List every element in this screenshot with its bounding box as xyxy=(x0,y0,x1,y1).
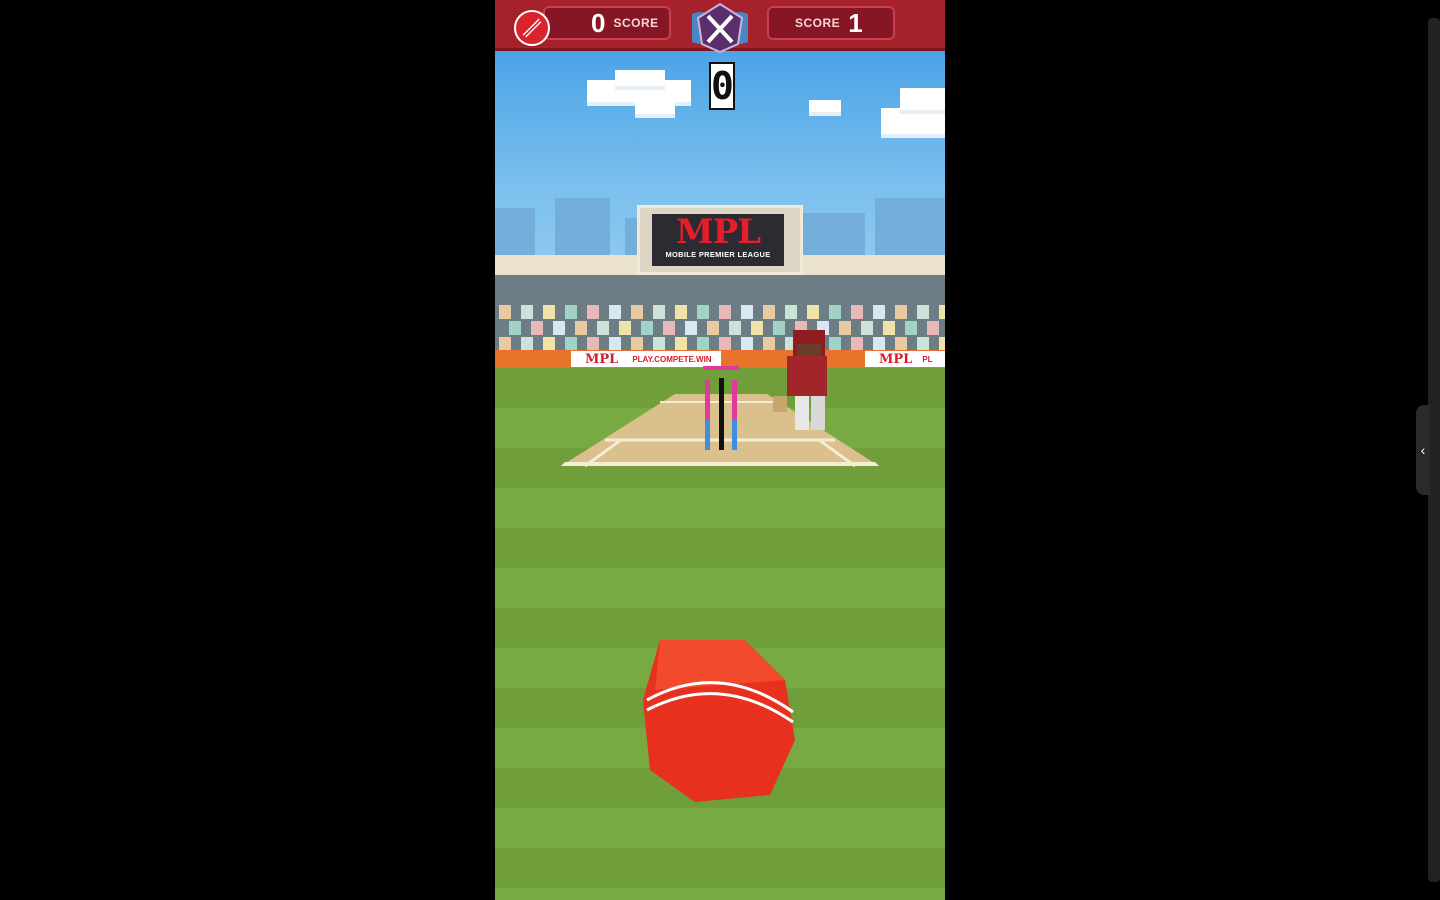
opponent-score-box: SCORE 1 xyxy=(767,6,895,40)
player-score-label: SCORE xyxy=(613,16,659,30)
chevron-left-icon: ‹ xyxy=(1420,442,1426,458)
crossed-bats-icon xyxy=(692,2,748,54)
player-score: 0 xyxy=(591,7,606,38)
cricket-ball xyxy=(643,640,795,802)
game-viewport[interactable]: MPL MOBILE PREMIER LEAGUE MPL PLAY.COMPE… xyxy=(495,0,945,900)
score-header: 0 SCORE SCORE 1 xyxy=(495,0,945,54)
opponent-score-label: SCORE xyxy=(795,16,841,30)
player-score-box: 0 SCORE xyxy=(543,6,671,40)
side-panel-toggle[interactable]: ‹ xyxy=(1416,405,1430,495)
opponent-score: 1 xyxy=(848,7,863,38)
runs-display: 0 xyxy=(709,62,735,110)
cricket-ball-icon[interactable] xyxy=(514,10,550,46)
